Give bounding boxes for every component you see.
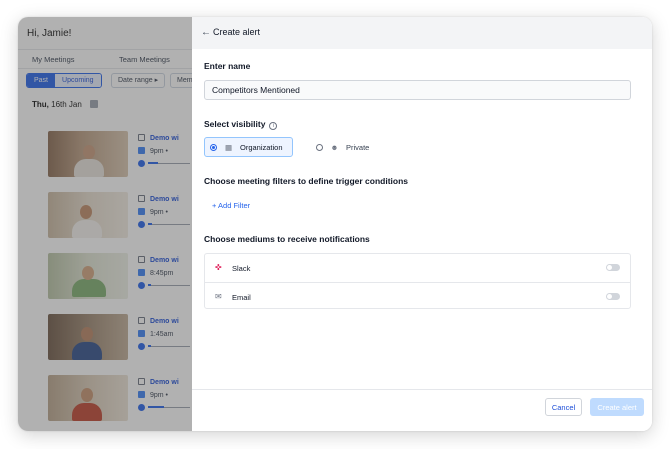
medium-row-slack: ✜ Slack [205, 254, 630, 282]
panel-title: Create alert [213, 27, 261, 37]
email-label: Email [232, 293, 251, 302]
organization-label: Organization [240, 142, 283, 152]
building-icon: ▦ [224, 142, 233, 152]
info-icon[interactable]: i [269, 122, 278, 130]
cancel-button[interactable]: Cancel [545, 398, 582, 416]
private-label: Private [346, 142, 370, 152]
mediums-list: ✜ Slack ✉ Email [204, 253, 631, 309]
private-radio[interactable] [316, 143, 323, 151]
slack-label: Slack [232, 264, 251, 273]
name-label: Enter name [204, 61, 251, 71]
visibility-option-organization[interactable]: ▦ Organization [204, 137, 293, 157]
slack-icon: ✜ [215, 263, 222, 272]
visibility-option-private[interactable]: ☻ Private [311, 137, 381, 157]
app-window: Hi, Jamie! My Meetings Team Meetings Pas… [18, 17, 652, 431]
create-alert-panel: ← Create alert Enter name Select visibil… [192, 17, 652, 431]
panel-footer: Cancel Create alert [192, 389, 652, 431]
panel-header: ← Create alert [192, 17, 652, 49]
visibility-label-text: Select visibility [204, 119, 266, 129]
mediums-label: Choose mediums to receive notifications [204, 234, 370, 244]
email-toggle[interactable] [606, 293, 620, 300]
mail-icon: ✉ [215, 292, 222, 301]
organization-radio[interactable] [210, 143, 217, 151]
create-alert-button[interactable]: Create alert [590, 398, 644, 416]
add-filter-button[interactable]: + Add Filter [212, 201, 250, 210]
slack-toggle[interactable] [606, 264, 620, 271]
arrow-left-icon[interactable]: ← [201, 27, 211, 38]
filters-label: Choose meeting filters to define trigger… [204, 176, 409, 186]
user-lock-icon: ☻ [330, 142, 339, 152]
medium-row-email: ✉ Email [205, 282, 630, 310]
visibility-label: Select visibility i [204, 119, 278, 130]
modal-backdrop[interactable] [18, 17, 192, 431]
alert-name-input[interactable] [204, 80, 631, 100]
